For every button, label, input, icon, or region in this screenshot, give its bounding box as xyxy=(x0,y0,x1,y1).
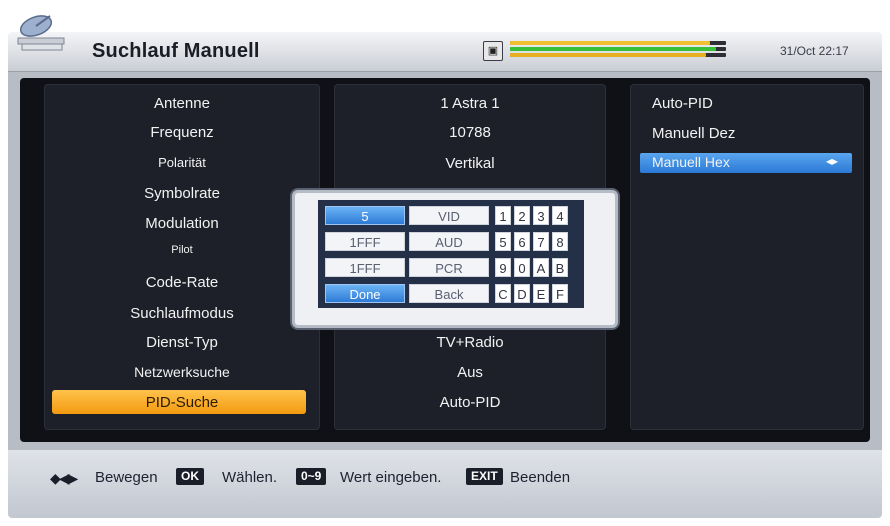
key-9[interactable]: 9 xyxy=(495,258,511,277)
key-3[interactable]: 3 xyxy=(533,206,549,225)
help-move-label: Bewegen xyxy=(95,469,158,486)
value-polaritaet: Vertikal xyxy=(445,155,495,172)
option-manuell-hex[interactable]: Manuell Hex xyxy=(652,154,730,170)
vid-label[interactable]: VID xyxy=(409,206,489,225)
key-f[interactable]: F xyxy=(552,284,568,303)
datetime: 31/Oct 22:17 xyxy=(780,44,849,58)
menu-item-pid-suche[interactable]: PID-Suche xyxy=(44,394,320,411)
key-1[interactable]: 1 xyxy=(495,206,511,225)
help-number-label: Wert eingeben. xyxy=(340,469,442,486)
aud-value-field[interactable]: 1FFF xyxy=(325,232,405,251)
key-5[interactable]: 5 xyxy=(495,232,511,251)
help-ok-label: Wählen. xyxy=(222,469,278,486)
menu-item-symbolrate[interactable]: Symbolrate xyxy=(44,185,320,202)
key-d[interactable]: D xyxy=(514,284,530,303)
pcr-value-field[interactable]: 1FFF xyxy=(325,258,405,277)
done-button[interactable]: Done xyxy=(325,284,405,303)
ok-key-badge: OK xyxy=(176,468,204,485)
key-6[interactable]: 6 xyxy=(514,232,530,251)
page-title: Suchlauf Manuell xyxy=(92,40,260,62)
help-exit-label: Beenden xyxy=(510,469,571,486)
menu-item-polaritaet[interactable]: Polarität xyxy=(44,155,320,170)
key-8[interactable]: 8 xyxy=(552,232,568,251)
key-b[interactable]: B xyxy=(552,258,568,277)
number-key-badge: 0~9 xyxy=(296,468,327,485)
option-auto-pid[interactable]: Auto-PID xyxy=(652,95,713,112)
menu-item-pilot[interactable]: Pilot xyxy=(44,244,320,256)
menu-item-modulation[interactable]: Modulation xyxy=(44,215,320,232)
key-e[interactable]: E xyxy=(533,284,549,303)
menu-item-suchlaufmodus[interactable]: Suchlaufmodus xyxy=(44,305,320,322)
pcr-label[interactable]: PCR xyxy=(409,258,489,277)
vid-value-field[interactable]: 5 xyxy=(325,206,405,225)
navigation-arrows-icon: ◆◀▶ xyxy=(50,470,78,486)
key-a[interactable]: A xyxy=(533,258,549,277)
key-c[interactable]: C xyxy=(495,284,511,303)
satellite-dish-icon xyxy=(17,15,65,51)
key-0[interactable]: 0 xyxy=(514,258,530,277)
signal-icon: ▣ xyxy=(483,41,503,61)
signal-strength-bars xyxy=(510,40,726,60)
left-right-arrows-icon: ◂▸ xyxy=(826,154,839,168)
menu-item-code-rate[interactable]: Code-Rate xyxy=(44,274,320,291)
value-netzwerksuche: Aus xyxy=(457,364,483,381)
menu-item-frequenz[interactable]: Frequenz xyxy=(44,124,320,141)
key-7[interactable]: 7 xyxy=(533,232,549,251)
menu-item-netzwerksuche[interactable]: Netzwerksuche xyxy=(44,364,320,380)
aud-label[interactable]: AUD xyxy=(409,232,489,251)
exit-key-badge: EXIT xyxy=(466,468,503,485)
key-4[interactable]: 4 xyxy=(552,206,568,225)
menu-item-dienst-typ[interactable]: Dienst-Typ xyxy=(44,334,320,351)
menu-item-antenne[interactable]: Antenne xyxy=(44,95,320,112)
value-antenne: 1 Astra 1 xyxy=(440,95,500,112)
value-dienst-typ: TV+Radio xyxy=(436,334,504,351)
key-2[interactable]: 2 xyxy=(514,206,530,225)
option-manuell-dez[interactable]: Manuell Dez xyxy=(652,125,735,142)
value-pid-suche: Auto-PID xyxy=(439,394,501,411)
value-frequenz: 10788 xyxy=(449,124,491,141)
back-button[interactable]: Back xyxy=(409,284,489,303)
